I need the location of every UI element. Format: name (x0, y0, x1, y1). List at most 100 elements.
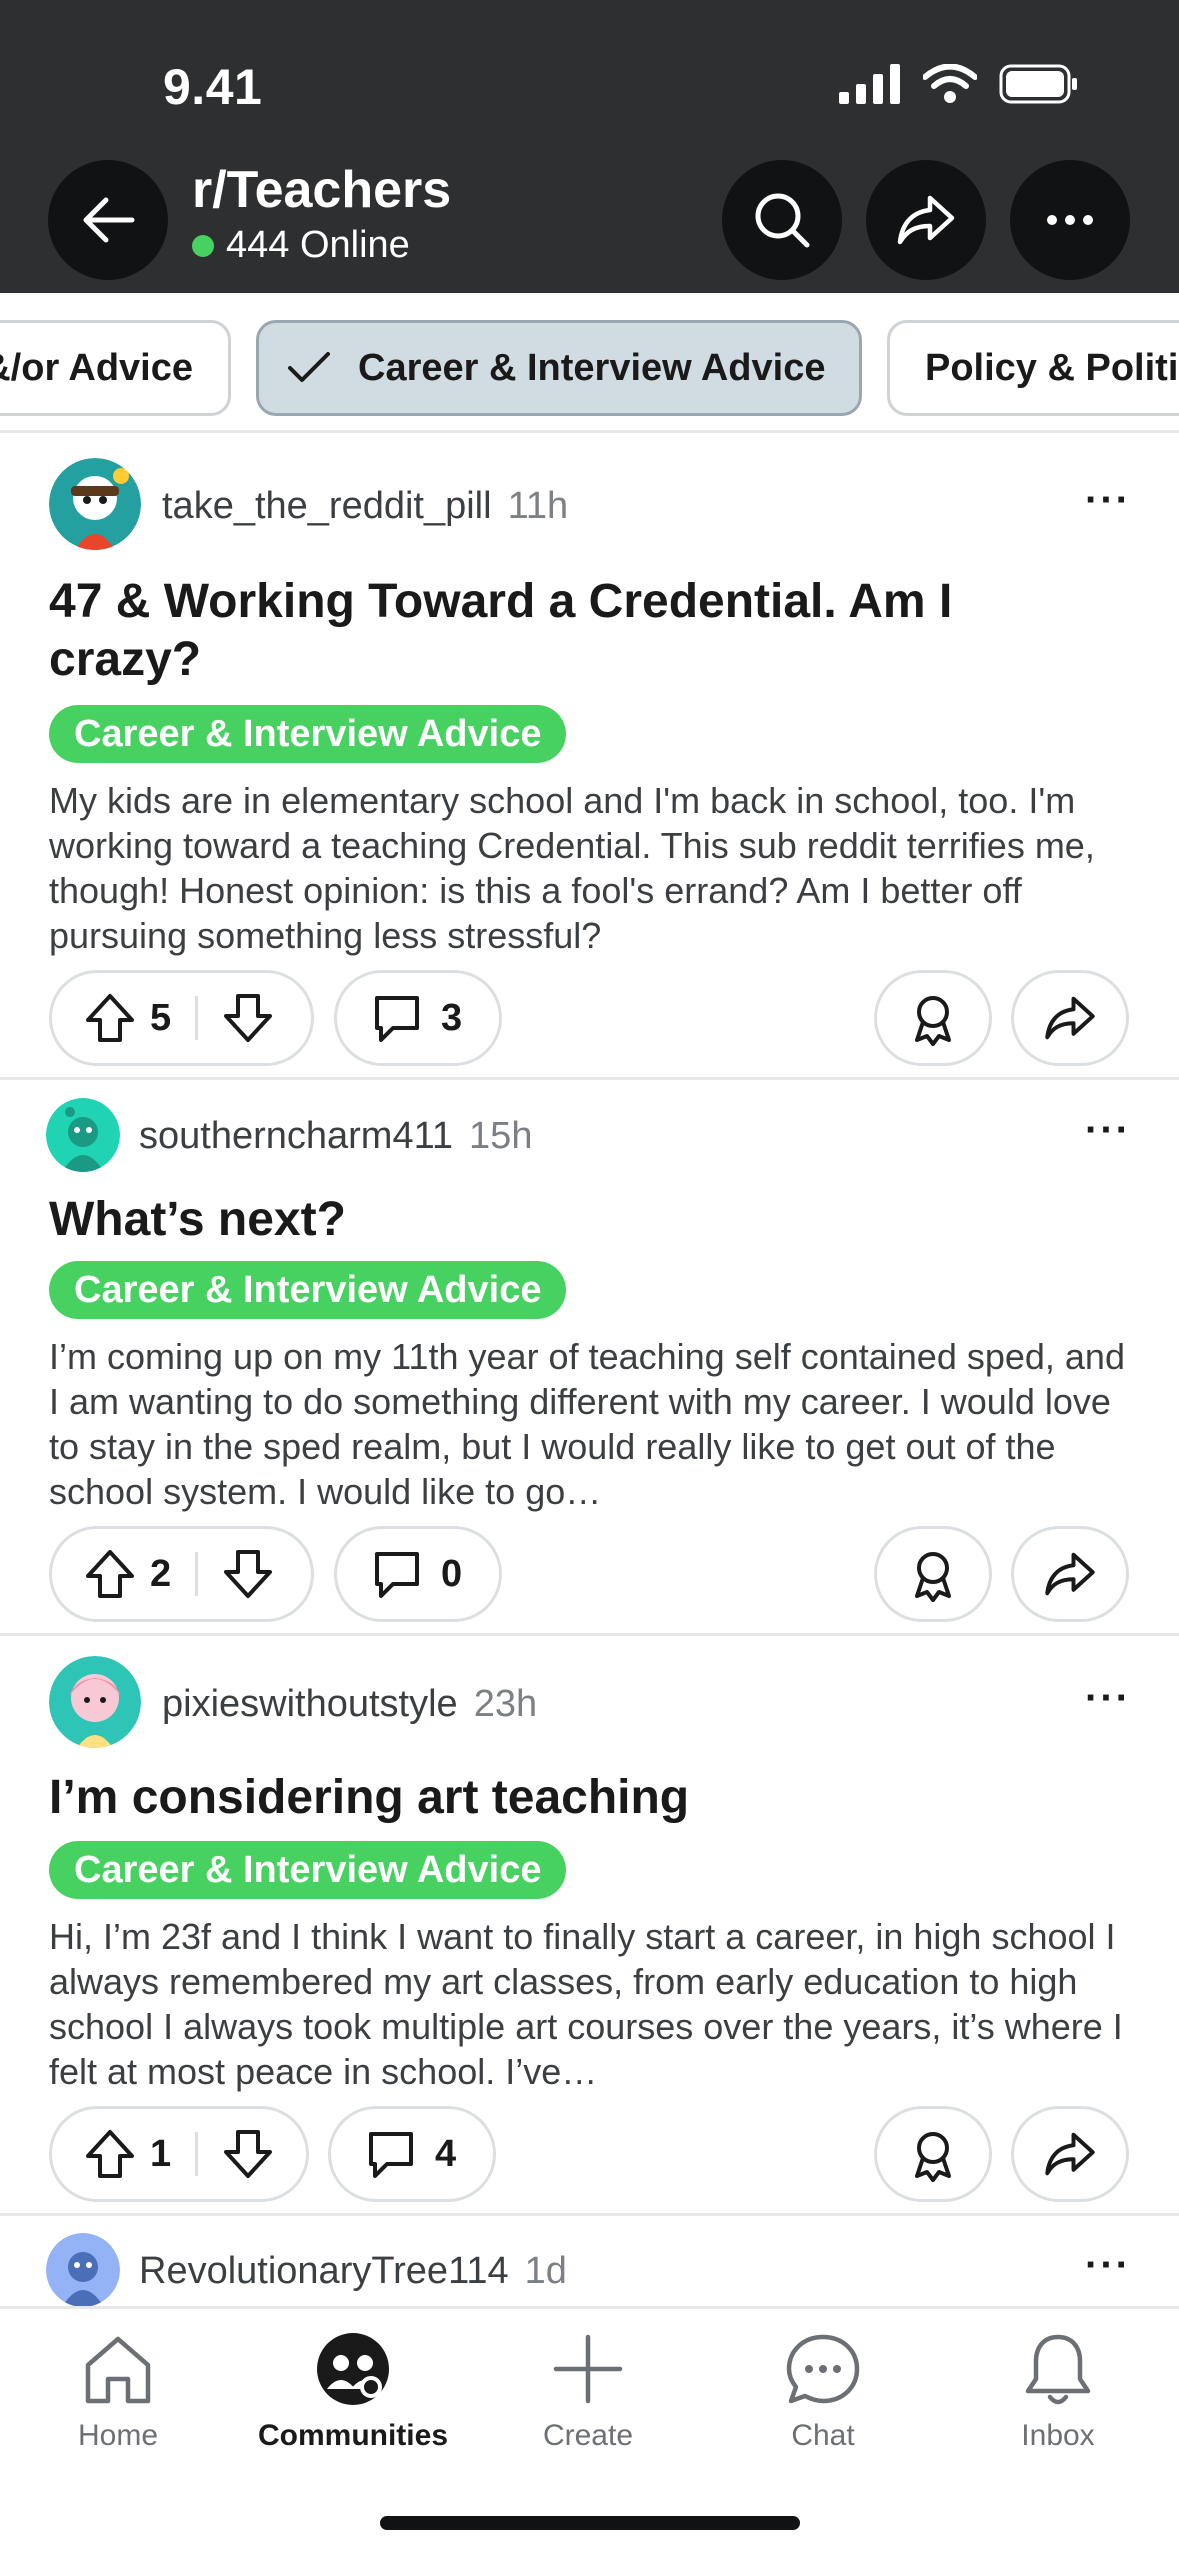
online-indicator (192, 234, 214, 257)
bell-icon (1025, 2334, 1091, 2405)
subreddit-name[interactable]: r/Teachers (192, 160, 451, 220)
downvote-icon[interactable] (220, 1546, 276, 1602)
comment-icon (375, 1552, 419, 1598)
divider (0, 430, 1179, 433)
upvote-icon[interactable] (82, 990, 138, 1046)
share-icon (897, 195, 955, 245)
flair-chip-label: Policy & Politics (925, 346, 1179, 389)
vote-pill: 5 (49, 970, 314, 1066)
post-options-button[interactable]: ··· (1085, 478, 1131, 523)
nav-create-label: Create (542, 2419, 634, 2452)
flair-chip-advice[interactable]: &/or Advice (0, 320, 231, 416)
nav-communities[interactable]: Communities (253, 2329, 453, 2453)
nav-communities-label: Communities (257, 2419, 449, 2452)
downvote-icon[interactable] (220, 990, 276, 1046)
post-author-line: take_the_reddit_pill 11h (162, 485, 568, 528)
post-options-button[interactable]: ··· (1085, 1108, 1131, 1153)
post-body[interactable]: Hi, I’m 23f and I think I want to finall… (49, 1914, 1139, 2094)
flair-chip-policy-politics[interactable]: Policy & Politics (887, 320, 1179, 416)
online-count: 444 Online (192, 224, 410, 267)
avatar[interactable] (49, 1656, 141, 1748)
status-icons (839, 64, 1079, 104)
award-button[interactable] (874, 970, 992, 1066)
nav-home[interactable]: Home (18, 2329, 218, 2453)
plus-icon (553, 2334, 623, 2404)
award-button[interactable] (874, 2106, 992, 2202)
comment-count: 3 (441, 996, 463, 1039)
share-subreddit-button[interactable] (866, 160, 986, 280)
nav-home-label: Home (77, 2419, 159, 2452)
post-author-line: pixieswithoutstyle 23h (162, 1683, 537, 1726)
flair-chip-label: Career & Interview Advice (358, 346, 826, 389)
flair-chip-label: &/or Advice (0, 346, 193, 389)
post-author-line: RevolutionaryTree114 1d (139, 2250, 567, 2293)
search-icon (755, 193, 810, 248)
back-button[interactable] (48, 160, 168, 280)
upvote-count: 1 (150, 2132, 172, 2175)
nav-chat[interactable]: Chat (723, 2329, 923, 2453)
share-post-button[interactable] (1011, 1526, 1129, 1622)
vote-separator (195, 996, 199, 1040)
share-icon (1045, 1552, 1095, 1596)
share-post-button[interactable] (1011, 2106, 1129, 2202)
share-icon (1045, 2132, 1095, 2176)
nav-inbox-label: Inbox (1021, 2419, 1095, 2452)
author-name[interactable]: take_the_reddit_pill (162, 485, 492, 527)
post-body[interactable]: I’m coming up on my 11th year of teachin… (49, 1334, 1139, 1514)
post-body[interactable]: My kids are in elementary school and I'm… (49, 778, 1139, 958)
user-avatar-icon (49, 458, 141, 550)
avatar[interactable] (46, 1098, 120, 1172)
upvote-count: 2 (150, 1552, 172, 1595)
post-options-button[interactable]: ··· (1085, 1676, 1131, 1721)
comments-button[interactable]: 3 (334, 970, 502, 1066)
arrow-left-icon (83, 197, 135, 243)
cellular-signal-icon (839, 64, 900, 104)
nav-chat-label: Chat (791, 2419, 855, 2452)
home-icon (85, 2336, 151, 2404)
post-flair[interactable]: Career & Interview Advice (49, 705, 567, 763)
nav-create[interactable]: Create (488, 2329, 688, 2453)
avatar[interactable] (49, 458, 141, 550)
award-icon (915, 2132, 951, 2182)
comments-button[interactable]: 0 (334, 1526, 502, 1622)
search-button[interactable] (722, 160, 842, 280)
chat-icon (786, 2334, 860, 2404)
post-age: 15h (469, 1115, 533, 1157)
post-title[interactable]: What’s next? (49, 1191, 1109, 1249)
divider (0, 1633, 1179, 1636)
post-title[interactable]: 47 & Working Toward a Credential. Am I c… (49, 573, 1109, 689)
post-author-line: southerncharm411 15h (139, 1115, 532, 1158)
comment-count: 4 (435, 2132, 457, 2175)
share-post-button[interactable] (1011, 970, 1129, 1066)
post-age: 1d (524, 2250, 567, 2292)
post-title[interactable]: I’m considering art teaching (49, 1769, 1109, 1827)
avatar[interactable] (46, 2233, 120, 2307)
comment-count: 0 (441, 1552, 463, 1595)
author-name[interactable]: pixieswithoutstyle (162, 1683, 458, 1725)
vote-pill: 1 (49, 2106, 309, 2202)
online-count-label: 444 Online (226, 224, 410, 266)
comments-button[interactable]: 4 (328, 2106, 496, 2202)
award-icon (915, 996, 951, 1046)
upvote-icon[interactable] (82, 1546, 138, 1602)
post-options-button[interactable]: ··· (1085, 2243, 1131, 2288)
vote-pill: 2 (49, 1526, 314, 1622)
home-indicator[interactable] (380, 2516, 800, 2530)
status-time: 9.41 (163, 59, 263, 115)
comment-icon (369, 2132, 413, 2178)
downvote-icon[interactable] (220, 2126, 276, 2182)
user-avatar-icon (46, 1098, 120, 1172)
upvote-icon[interactable] (82, 2126, 138, 2182)
author-name[interactable]: RevolutionaryTree114 (139, 2250, 509, 2292)
share-icon (1045, 996, 1095, 1040)
user-avatar-icon (49, 1656, 141, 1748)
top-header: 9.41 r/Teachers 444 Online (0, 0, 1179, 293)
post-flair[interactable]: Career & Interview Advice (49, 1261, 567, 1319)
post-flair[interactable]: Career & Interview Advice (49, 1841, 567, 1899)
award-button[interactable] (874, 1526, 992, 1622)
author-name[interactable]: southerncharm411 (139, 1115, 453, 1157)
more-options-button[interactable] (1010, 160, 1130, 280)
flair-chip-career-interview-advice[interactable]: Career & Interview Advice (256, 320, 862, 416)
divider (0, 1077, 1179, 1080)
nav-inbox[interactable]: Inbox (958, 2329, 1158, 2453)
